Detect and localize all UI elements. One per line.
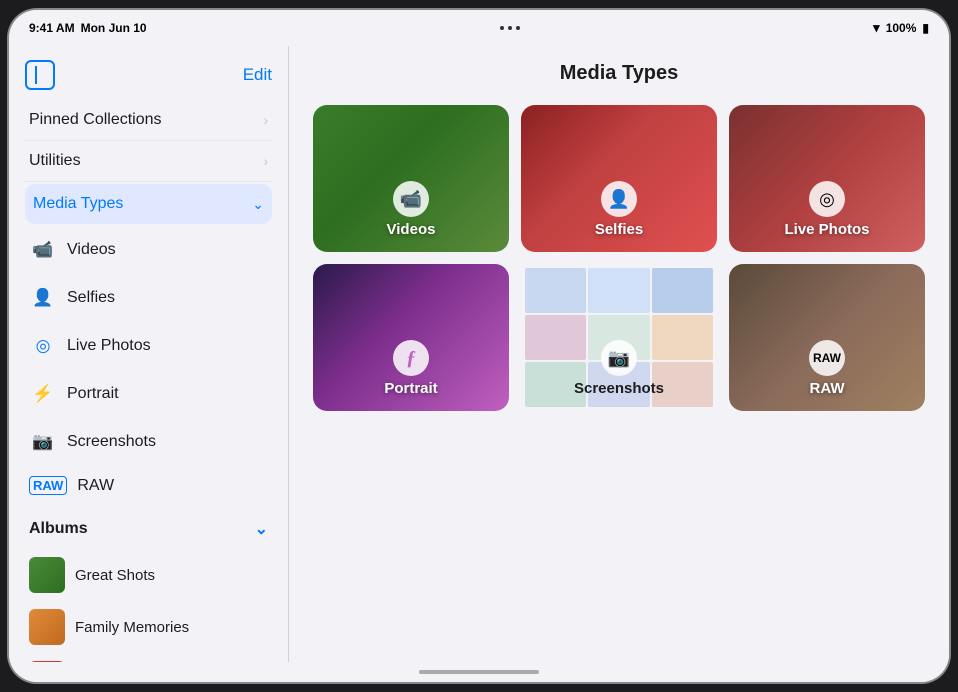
album-label: Great Shots xyxy=(75,567,155,584)
screenshots-label-area: 📷 Screenshots xyxy=(521,340,717,397)
card-bg-portrait: ƒ Portrait xyxy=(313,264,509,411)
card-icon-selfies: 👤 xyxy=(601,181,637,217)
home-indicator xyxy=(9,662,949,682)
status-date: Mon Jun 10 xyxy=(81,21,147,35)
card-label-area-portrait: ƒ Portrait xyxy=(384,340,437,397)
card-bg-screenshots: 📷 Screenshots xyxy=(521,264,717,411)
card-bg-selfies: 👤 Selfies xyxy=(521,105,717,252)
card-label-portrait: Portrait xyxy=(384,380,437,397)
card-label-area-raw: RAW RAW xyxy=(809,340,845,397)
card-bg-videos: 📹 Videos xyxy=(313,105,509,252)
sidebar-item-portrait[interactable]: ⚡ Portrait xyxy=(25,370,272,418)
sidebar-toggle-icon[interactable] xyxy=(25,60,55,90)
sidebar-icon-inner xyxy=(35,66,45,84)
media-types-label: Media Types xyxy=(33,195,123,213)
battery-icon: ▮ xyxy=(922,21,929,35)
raw-label: RAW xyxy=(77,477,114,495)
album-item-family-memories[interactable]: Family Memories xyxy=(25,601,272,653)
card-icon-portrait: ƒ xyxy=(393,340,429,376)
battery-percent: 100% xyxy=(886,21,917,35)
live-photos-label: Live Photos xyxy=(67,337,151,355)
card-icon-videos: 📹 xyxy=(393,181,429,217)
selfies-icon: 👤 xyxy=(29,284,57,312)
album-thumb-family-memories xyxy=(29,609,65,645)
card-label-area-live-photos: ◎ Live Photos xyxy=(784,181,869,238)
sidebar-header: Edit xyxy=(9,46,288,100)
card-live-photos[interactable]: ◎ Live Photos xyxy=(729,105,925,252)
edit-button[interactable]: Edit xyxy=(243,65,272,85)
selfies-label: Selfies xyxy=(67,289,115,307)
sidebar-item-live-photos[interactable]: ◎ Live Photos xyxy=(25,322,272,370)
dot2 xyxy=(508,26,512,30)
status-right: ▾ 100% ▮ xyxy=(873,20,929,36)
screenshot-cell-3 xyxy=(652,268,713,313)
videos-label: Videos xyxy=(67,241,116,259)
card-label-screenshots: Screenshots xyxy=(574,380,664,397)
card-icon-live-photos: ◎ xyxy=(809,181,845,217)
card-bg-live-photos: ◎ Live Photos xyxy=(729,105,925,252)
main-content: Media Types 📹 Videos 👤 xyxy=(289,46,949,662)
sidebar-item-videos[interactable]: 📹 Videos xyxy=(25,226,272,274)
screenshot-cell-2 xyxy=(588,268,649,313)
portrait-icon: ⚡ xyxy=(29,380,57,408)
card-portrait[interactable]: ƒ Portrait xyxy=(313,264,509,411)
albums-section: Albums ⌄ Great Shots Family Memories Del… xyxy=(25,509,272,662)
live-photos-icon: ◎ xyxy=(29,332,57,360)
chevron-right-icon: › xyxy=(263,112,268,128)
status-bar: 9:41 AM Mon Jun 10 ▾ 100% ▮ xyxy=(9,10,949,46)
screenshot-cell-1 xyxy=(525,268,586,313)
albums-label: Albums xyxy=(29,520,88,538)
album-item-great-shots[interactable]: Great Shots xyxy=(25,549,272,601)
page-title: Media Types xyxy=(313,62,925,85)
album-item-delicious-bites[interactable]: Delicious Bites xyxy=(25,653,272,662)
app-area: Edit Pinned Collections › Utilities › Me… xyxy=(9,46,949,662)
card-bg-raw: RAW RAW xyxy=(729,264,925,411)
sidebar-main-section: Pinned Collections › Utilities › Media T… xyxy=(9,100,288,662)
card-label-area-videos: 📹 Videos xyxy=(387,181,436,238)
sidebar: Edit Pinned Collections › Utilities › Me… xyxy=(9,46,289,662)
chevron-right-icon: › xyxy=(263,153,268,169)
sidebar-item-media-types[interactable]: Media Types ⌄ xyxy=(25,184,272,224)
card-icon-screenshots: 📷 xyxy=(601,340,637,376)
portrait-label: Portrait xyxy=(67,385,119,403)
card-label-videos: Videos xyxy=(387,221,436,238)
sidebar-item-raw[interactable]: RAW RAW xyxy=(25,466,272,505)
status-time: 9:41 AM xyxy=(29,21,75,35)
album-label: Family Memories xyxy=(75,619,189,636)
album-thumb-great-shots xyxy=(29,557,65,593)
albums-header: Albums ⌄ xyxy=(25,509,272,549)
home-bar xyxy=(419,670,539,674)
card-selfies[interactable]: 👤 Selfies xyxy=(521,105,717,252)
card-videos[interactable]: 📹 Videos xyxy=(313,105,509,252)
card-raw[interactable]: RAW RAW xyxy=(729,264,925,411)
dot1 xyxy=(500,26,504,30)
media-type-grid: 📹 Videos 👤 Selfies xyxy=(313,105,925,411)
videos-icon: 📹 xyxy=(29,236,57,264)
card-label-raw: RAW xyxy=(810,380,845,397)
sidebar-item-utilities[interactable]: Utilities › xyxy=(25,141,272,182)
status-left: 9:41 AM Mon Jun 10 xyxy=(29,21,147,35)
wifi-icon: ▾ xyxy=(873,20,880,36)
sidebar-item-screenshots[interactable]: 📷 Screenshots xyxy=(25,418,272,466)
albums-chevron-down-icon: ⌄ xyxy=(255,519,268,539)
card-label-selfies: Selfies xyxy=(595,221,643,238)
card-label-area-selfies: 👤 Selfies xyxy=(595,181,643,238)
card-screenshots[interactable]: 📷 Screenshots xyxy=(521,264,717,411)
utilities-label: Utilities xyxy=(29,152,81,170)
screenshots-label: Screenshots xyxy=(67,433,156,451)
chevron-down-icon: ⌄ xyxy=(252,196,264,213)
screenshots-icon: 📷 xyxy=(29,428,57,456)
dot3 xyxy=(516,26,520,30)
sidebar-item-pinned-collections[interactable]: Pinned Collections › xyxy=(25,100,272,141)
raw-icon: RAW xyxy=(29,476,67,495)
pinned-collections-label: Pinned Collections xyxy=(29,111,162,129)
card-icon-raw: RAW xyxy=(809,340,845,376)
ipad-frame: 9:41 AM Mon Jun 10 ▾ 100% ▮ Edit xyxy=(9,10,949,682)
sidebar-item-selfies[interactable]: 👤 Selfies xyxy=(25,274,272,322)
status-center xyxy=(500,26,520,30)
card-label-live-photos: Live Photos xyxy=(784,221,869,238)
